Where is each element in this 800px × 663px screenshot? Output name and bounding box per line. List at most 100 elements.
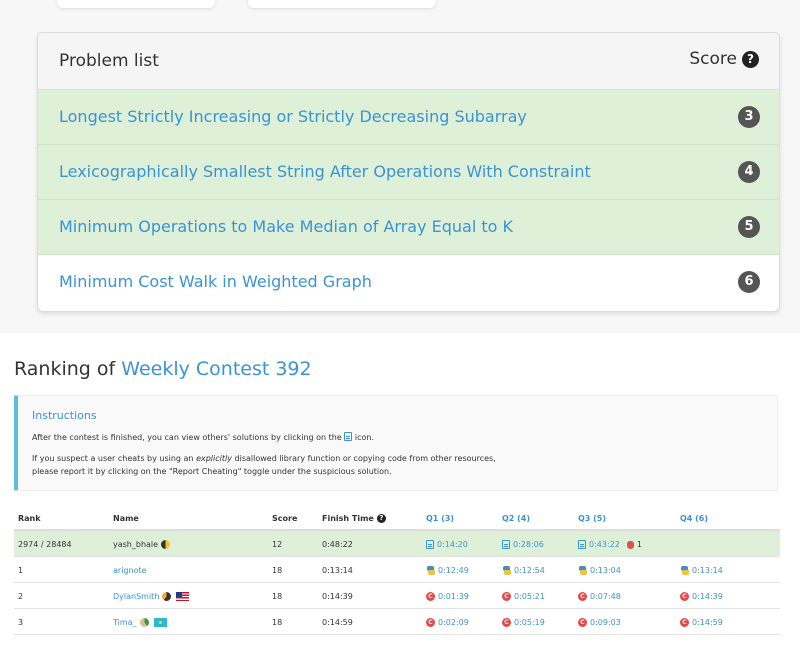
q4-time: 0:13:14 xyxy=(692,566,723,575)
problem-score-badge: 3 xyxy=(738,106,760,128)
finish-time-cell: 0:48:22 xyxy=(322,540,353,549)
problem-row: Longest Strictly Increasing or Strictly … xyxy=(38,90,779,145)
q2-time: 0:12:54 xyxy=(514,566,545,575)
cpp-icon[interactable]: C xyxy=(426,592,435,601)
score-cell: 18 xyxy=(272,566,283,575)
q1-time: 0:14:20 xyxy=(437,540,468,549)
solution-doc-icon[interactable] xyxy=(426,540,434,549)
top-nav-button[interactable] xyxy=(248,0,436,8)
user-name-link[interactable]: Tima_ xyxy=(113,618,137,627)
ranking-table-header: Rank Name Score Finish Time ? Q1 (3) Q2 … xyxy=(14,506,780,531)
problem-link[interactable]: Minimum Operations to Make Median of Arr… xyxy=(59,217,513,236)
cpp-icon[interactable]: C xyxy=(502,618,511,627)
q1-cell[interactable]: C 0:01:39 xyxy=(426,592,469,601)
user-avatar-icon xyxy=(161,540,171,549)
problem-score-badge: 5 xyxy=(738,216,760,238)
col-q4[interactable]: Q4 (6) xyxy=(680,514,708,523)
q2-cell[interactable]: C 0:05:19 xyxy=(502,618,545,627)
rank-cell: 3 xyxy=(18,618,24,627)
q3-cell[interactable]: 0:43:22 1 xyxy=(578,540,642,549)
user-name-link[interactable]: arignote xyxy=(113,566,147,575)
python-icon[interactable] xyxy=(426,566,435,575)
q4-cell[interactable]: C 0:14:59 xyxy=(680,618,723,627)
q1-cell[interactable]: 0:14:20 xyxy=(426,540,468,549)
table-row: 2974 / 28484 yash_bhale 12 0:48:22 0:14:… xyxy=(14,531,780,557)
instructions-text: icon. xyxy=(354,433,375,442)
q4-cell[interactable]: C 0:14:39 xyxy=(680,592,723,601)
python-icon[interactable] xyxy=(680,566,689,575)
score-label: Score xyxy=(689,49,737,69)
cpp-icon[interactable]: C xyxy=(502,592,511,601)
problem-list-panel: Problem list Score ? Longest Strictly In… xyxy=(37,32,780,312)
name-cell: DylanSmith xyxy=(113,592,190,601)
col-finish-time-label: Finish Time xyxy=(322,514,374,523)
instructions-box: Instructions After the contest is finish… xyxy=(14,395,778,491)
q1-cell[interactable]: C 0:02:09 xyxy=(426,618,469,627)
problem-row: Minimum Operations to Make Median of Arr… xyxy=(38,200,779,255)
problem-row: Lexicographically Smallest String After … xyxy=(38,145,779,200)
cpp-icon[interactable]: C xyxy=(680,618,689,627)
problem-link[interactable]: Minimum Cost Walk in Weighted Graph xyxy=(59,272,372,291)
python-icon[interactable] xyxy=(502,566,511,575)
score-cell: 12 xyxy=(272,540,283,549)
user-name-link[interactable]: DylanSmith xyxy=(113,592,159,601)
problem-list-header: Problem list Score ? xyxy=(38,33,779,90)
user-name: yash_bhale xyxy=(113,540,159,549)
table-row: 3 Tima_ 18 0:14:59 C 0:02:09 C 0:05:19 C 0:… xyxy=(14,609,780,635)
cpp-icon[interactable]: C xyxy=(578,618,587,627)
instructions-line: please report it by clicking on the "Rep… xyxy=(32,467,392,476)
problem-score-badge: 6 xyxy=(738,271,760,293)
finish-time-cell: 0:13:14 xyxy=(322,566,353,575)
q1-time: 0:01:39 xyxy=(438,592,469,601)
q2-cell[interactable]: C 0:05:21 xyxy=(502,592,545,601)
bug-icon xyxy=(626,540,634,549)
col-name: Name xyxy=(113,514,139,523)
q3-cell[interactable]: 0:13:04 xyxy=(578,566,621,575)
name-cell: arignote xyxy=(113,566,147,575)
instructions-line: If you suspect a user cheats by using an… xyxy=(32,454,496,463)
problem-link[interactable]: Longest Strictly Increasing or Strictly … xyxy=(59,107,527,126)
instructions-emphasis: explicitly xyxy=(196,454,232,463)
q2-time: 0:28:06 xyxy=(513,540,544,549)
col-q2[interactable]: Q2 (4) xyxy=(502,514,530,523)
top-nav-button[interactable] xyxy=(57,0,215,8)
q2-cell[interactable]: 0:28:06 xyxy=(502,540,544,549)
solution-doc-icon[interactable] xyxy=(578,540,586,549)
col-finish-time: Finish Time ? xyxy=(322,514,386,523)
rank-cell: 2974 / 28484 xyxy=(18,540,72,549)
python-icon[interactable] xyxy=(578,566,587,575)
instructions-text: disallowed library function or copying c… xyxy=(234,454,496,463)
q2-time: 0:05:21 xyxy=(514,592,545,601)
problem-link[interactable]: Lexicographically Smallest String After … xyxy=(59,162,591,181)
q4-cell[interactable]: 0:13:14 xyxy=(680,566,723,575)
instructions-line: After the contest is finished, you can v… xyxy=(32,432,374,442)
question-circle-icon[interactable]: ? xyxy=(376,514,386,523)
cpp-icon[interactable]: C xyxy=(578,592,587,601)
penalty-count: 1 xyxy=(636,540,642,549)
q4-time: 0:14:39 xyxy=(692,592,723,601)
q3-time: 0:07:48 xyxy=(590,592,621,601)
instructions-text: After the contest is finished, you can v… xyxy=(32,433,342,442)
problem-row: Minimum Cost Walk in Weighted Graph 6 xyxy=(38,255,779,310)
col-q1[interactable]: Q1 (3) xyxy=(426,514,454,523)
q3-cell[interactable]: C 0:09:03 xyxy=(578,618,621,627)
q2-time: 0:05:19 xyxy=(514,618,545,627)
ranking-title-prefix: Ranking of xyxy=(14,358,116,380)
q1-cell[interactable]: 0:12:49 xyxy=(426,566,469,575)
finish-time-cell: 0:14:59 xyxy=(322,618,353,627)
cpp-icon[interactable]: C xyxy=(680,592,689,601)
rank-cell: 2 xyxy=(18,592,24,601)
ranking-table: Rank Name Score Finish Time ? Q1 (3) Q2 … xyxy=(14,506,780,635)
q3-cell[interactable]: C 0:07:48 xyxy=(578,592,621,601)
contest-link[interactable]: Weekly Contest 392 xyxy=(121,358,311,380)
problem-score-badge: 4 xyxy=(738,161,760,183)
question-circle-icon[interactable]: ? xyxy=(742,50,759,68)
us-flag-icon xyxy=(176,592,190,601)
solution-doc-icon[interactable] xyxy=(502,540,510,549)
cpp-icon[interactable]: C xyxy=(426,618,435,627)
col-q3[interactable]: Q3 (5) xyxy=(578,514,606,523)
rank-cell: 1 xyxy=(18,566,24,575)
col-rank: Rank xyxy=(18,514,41,523)
q2-cell[interactable]: 0:12:54 xyxy=(502,566,545,575)
problem-list-title: Problem list xyxy=(59,51,159,71)
